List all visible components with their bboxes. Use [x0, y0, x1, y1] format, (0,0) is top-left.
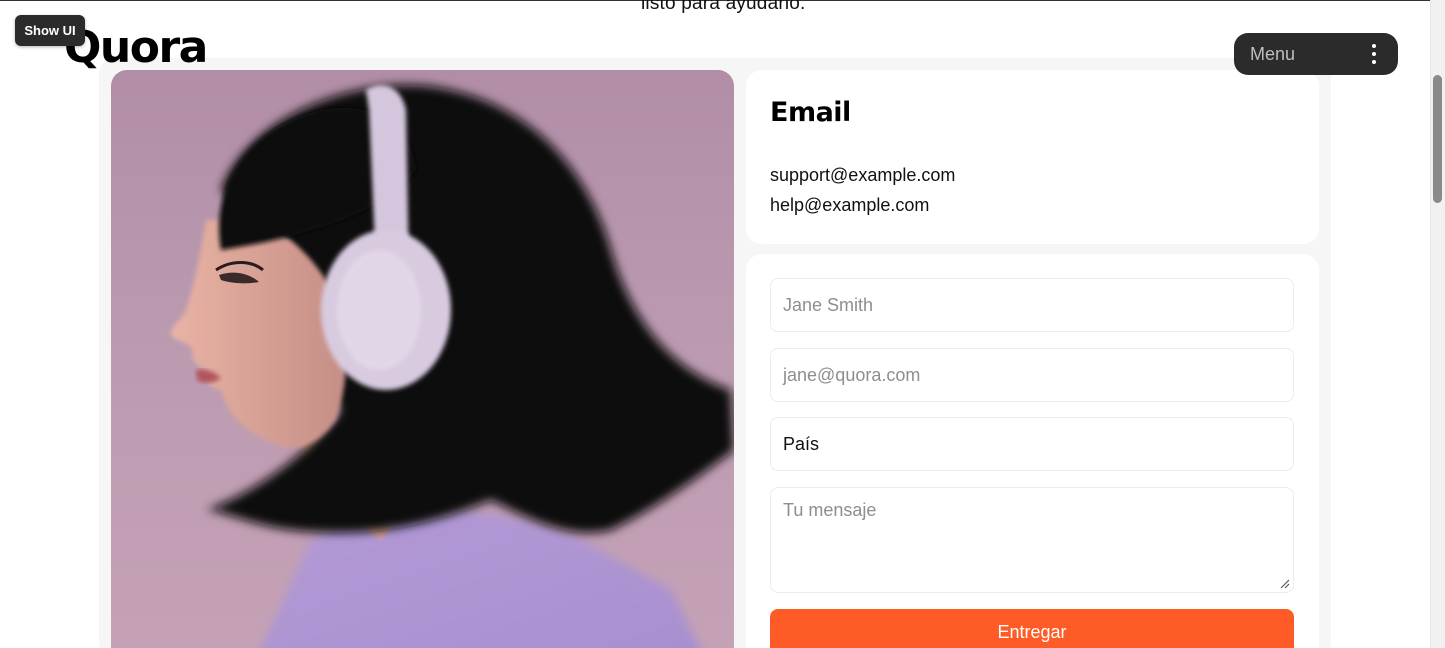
menu-button[interactable]: Menu [1234, 33, 1398, 75]
country-select-value: País [783, 433, 820, 454]
email-info-card: Email support@example.com help@example.c… [746, 70, 1319, 244]
email-card-title: Email [770, 97, 851, 128]
menu-label: Menu [1250, 43, 1296, 64]
quora-logo[interactable]: Quora [64, 26, 208, 70]
name-input-placeholder: Jane Smith [783, 294, 874, 315]
show-ui-button[interactable]: Show UI [15, 15, 85, 46]
email-input-placeholder: jane@quora.com [783, 364, 921, 385]
contact-form: Jane Smith jane@quora.com País Tu mensaj… [746, 254, 1319, 648]
message-textarea-placeholder: Tu mensaje [783, 500, 877, 520]
scrollbar-thumb[interactable] [1433, 75, 1442, 203]
message-textarea[interactable]: Tu mensaje [770, 487, 1294, 593]
hero-text-fragment: listo para ayudarlo. [641, 0, 806, 14]
contact-photo [111, 70, 734, 648]
country-select[interactable]: País [770, 417, 1294, 471]
support-email-link[interactable]: support@example.com [770, 165, 955, 186]
resize-handle-icon[interactable] [1278, 577, 1290, 589]
submit-button[interactable]: Entregar [770, 609, 1294, 648]
name-input[interactable]: Jane Smith [770, 278, 1294, 332]
help-email-link[interactable]: help@example.com [770, 195, 929, 216]
page: listo para ayudarlo. Show UI Quora Menu [0, 0, 1445, 648]
kebab-vertical-icon [1372, 44, 1376, 64]
email-input[interactable]: jane@quora.com [770, 348, 1294, 402]
